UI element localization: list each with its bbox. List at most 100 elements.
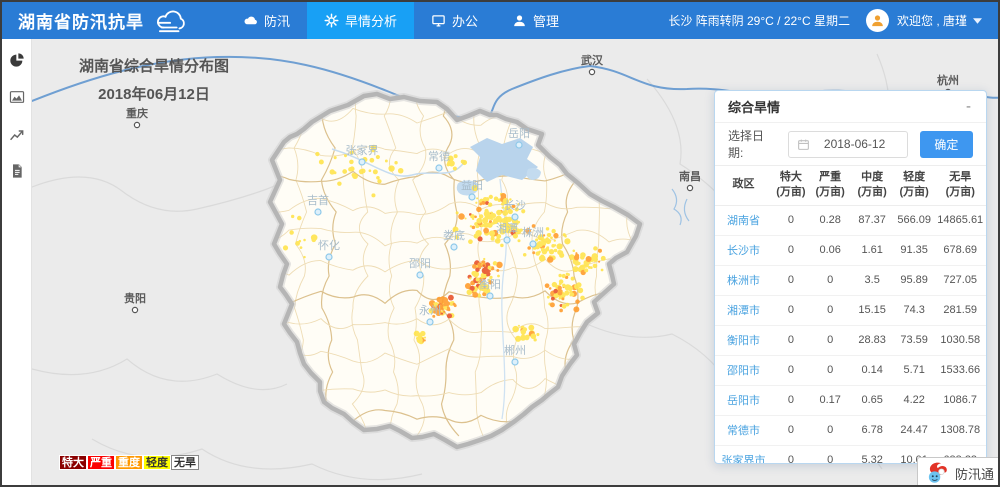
- app-logo: 湖南省防汛抗旱: [2, 2, 192, 39]
- table-cell: 678.69: [934, 235, 986, 265]
- calendar-icon: [797, 138, 810, 151]
- mascot-label: 防汛通: [955, 464, 994, 483]
- svg-text:张家界: 张家界: [346, 143, 379, 157]
- region-link[interactable]: 衡阳市: [715, 325, 772, 355]
- table-cell: 3.5: [850, 265, 893, 295]
- nav-item-1[interactable]: 旱情分析: [307, 2, 414, 39]
- table-row: 株洲市003.595.89727.05: [715, 265, 986, 295]
- legend-item: 轻度: [143, 455, 171, 470]
- area-chart-icon[interactable]: [9, 89, 25, 105]
- chevron-down-icon[interactable]: [973, 18, 982, 24]
- table-cell: 281.59: [934, 295, 986, 325]
- table-col-header: 轻度(万亩): [894, 166, 935, 206]
- table-cell: 0: [772, 205, 810, 235]
- table-cell: 0: [772, 295, 810, 325]
- table-cell: 4.22: [894, 385, 935, 415]
- svg-text:重庆: 重庆: [126, 106, 148, 120]
- table-row: 衡阳市0028.8373.591030.58: [715, 325, 986, 355]
- svg-text:岳阳: 岳阳: [508, 127, 530, 140]
- table-cell: 0.65: [850, 385, 893, 415]
- region-link[interactable]: 常德市: [715, 415, 772, 445]
- table-cell: 0: [810, 445, 851, 464]
- table-cell: 0.14: [850, 355, 893, 385]
- mascot-icon: [924, 460, 950, 486]
- table-cell: 0: [772, 235, 810, 265]
- table-col-header: 无旱(万亩): [934, 166, 986, 206]
- date-row: 选择日期: 2018-06-12 确定: [715, 123, 986, 165]
- svg-text:湘潭: 湘潭: [496, 221, 518, 235]
- confirm-button[interactable]: 确定: [920, 131, 973, 158]
- table-cell: 0: [810, 295, 851, 325]
- table-cell: 0: [810, 325, 851, 355]
- svg-text:贵阳: 贵阳: [124, 291, 146, 305]
- panel-header: 综合旱情 -: [715, 91, 986, 123]
- table-cell: 0: [772, 385, 810, 415]
- legend-item: 重度: [115, 455, 143, 470]
- svg-text:南昌: 南昌: [679, 169, 701, 183]
- region-link[interactable]: 湖南省: [715, 205, 772, 235]
- table-row: 长沙市00.061.6191.35678.69: [715, 235, 986, 265]
- table-cell: 0: [810, 265, 851, 295]
- pie-chart-icon[interactable]: [9, 52, 25, 68]
- report-icon[interactable]: [9, 163, 25, 179]
- date-input[interactable]: 2018-06-12: [788, 131, 908, 158]
- table-cell: 5.32: [850, 445, 893, 464]
- date-value: 2018-06-12: [817, 137, 907, 151]
- user-avatar[interactable]: [866, 9, 889, 32]
- table-cell: 566.09: [894, 205, 935, 235]
- welcome-text: 欢迎您 , 唐瑾: [897, 12, 967, 29]
- table-cell: 73.59: [894, 325, 935, 355]
- drought-legend: 特大严重重度轻度无旱: [59, 455, 199, 470]
- svg-text:郴州: 郴州: [504, 343, 526, 357]
- table-row: 岳阳市00.170.654.221086.7: [715, 385, 986, 415]
- logo-cloud-icon: [152, 8, 192, 34]
- table-cell: 95.89: [894, 265, 935, 295]
- region-link[interactable]: 长沙市: [715, 235, 772, 265]
- nav-item-3[interactable]: 管理: [495, 2, 576, 39]
- table-col-header: 严重(万亩): [810, 166, 851, 206]
- main-nav: 防汛旱情分析办公管理: [226, 2, 576, 39]
- panel-collapse-button[interactable]: -: [964, 99, 973, 114]
- table-row: 邵阳市000.145.711533.66: [715, 355, 986, 385]
- nav-item-2[interactable]: 办公: [414, 2, 495, 39]
- table-cell: 0: [772, 445, 810, 464]
- table-cell: 1030.58: [934, 325, 986, 355]
- gear-icon: [324, 13, 339, 28]
- table-cell: 1.61: [850, 235, 893, 265]
- region-link[interactable]: 张家界市: [715, 445, 772, 464]
- table-cell: 74.3: [894, 295, 935, 325]
- date-label: 选择日期:: [728, 127, 779, 161]
- table-cell: 0.28: [810, 205, 851, 235]
- panel-title: 综合旱情: [728, 97, 780, 116]
- region-link[interactable]: 湘潭市: [715, 295, 772, 325]
- region-link[interactable]: 邵阳市: [715, 355, 772, 385]
- region-link[interactable]: 岳阳市: [715, 385, 772, 415]
- trend-chart-icon[interactable]: [9, 126, 25, 142]
- weather-info: 长沙 阵雨转阴 29°C / 22°C 星期二: [668, 12, 850, 29]
- region-link[interactable]: 株洲市: [715, 265, 772, 295]
- table-cell: 91.35: [894, 235, 935, 265]
- table-cell: 24.47: [894, 415, 935, 445]
- svg-text:永州: 永州: [419, 303, 441, 317]
- table-cell: 0.17: [810, 385, 851, 415]
- svg-text:衡阳: 衡阳: [479, 278, 501, 291]
- table-cell: 0: [772, 325, 810, 355]
- table-cell: 1308.78: [934, 415, 986, 445]
- mascot-widget[interactable]: 防汛通: [917, 457, 1000, 487]
- nav-item-0[interactable]: 防汛: [226, 2, 307, 39]
- table-cell: 15.15: [850, 295, 893, 325]
- monitor-icon: [431, 13, 446, 28]
- table-cell: 727.05: [934, 265, 986, 295]
- table-cell: 0: [772, 415, 810, 445]
- tool-sidebar: [2, 39, 32, 485]
- app-window: 湖南省防汛抗旱 防汛旱情分析办公管理 长沙 阵雨转阴 29°C / 22°C 星…: [0, 0, 1000, 487]
- table-cell: 1533.66: [934, 355, 986, 385]
- cloud-icon: [243, 13, 258, 28]
- legend-item: 严重: [87, 455, 115, 470]
- table-col-header: 中度(万亩): [850, 166, 893, 206]
- svg-text:吉首: 吉首: [307, 193, 329, 207]
- svg-text:长沙: 长沙: [504, 199, 526, 212]
- header-right: 长沙 阵雨转阴 29°C / 22°C 星期二 欢迎您 , 唐瑾: [668, 2, 998, 39]
- svg-text:常德: 常德: [428, 149, 450, 163]
- table-cell: 0: [810, 415, 851, 445]
